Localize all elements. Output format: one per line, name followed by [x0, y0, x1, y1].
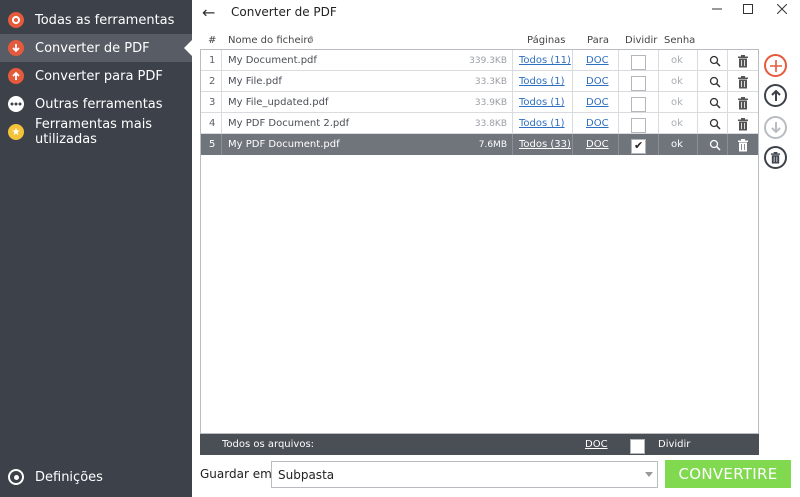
split-checkbox[interactable]: [631, 139, 646, 154]
password-status: ok: [671, 76, 683, 87]
search-icon[interactable]: [709, 139, 721, 151]
file-size: 33.8KB: [474, 119, 507, 129]
move-down-button[interactable]: [764, 116, 787, 139]
split-checkbox[interactable]: [631, 118, 646, 133]
table-row[interactable]: 1 My Document.pdf 339.3KB Todos (11) DOC…: [201, 50, 758, 71]
file-size: 33.9KB: [474, 98, 507, 108]
file-name: My PDF Document.pdf: [228, 139, 340, 150]
maximize-button[interactable]: [738, 3, 758, 21]
search-icon[interactable]: [709, 118, 721, 130]
table-row[interactable]: 2 My File.pdf 33.3KB Todos (1) DOC ok: [201, 71, 758, 92]
all-files-split-checkbox[interactable]: [630, 439, 645, 454]
col-name-header[interactable]: Nome do ficheiro: [228, 35, 313, 46]
all-files-label: Todos os arquivos:: [222, 439, 315, 450]
pages-link[interactable]: Todos (11): [519, 55, 571, 66]
save-location-select[interactable]: Subpasta: [271, 461, 658, 488]
col-split-header: Dividir: [625, 35, 658, 46]
sidebar-item-all-tools[interactable]: Todas as ferramentas: [0, 6, 192, 34]
password-status: ok: [671, 139, 683, 150]
close-button[interactable]: [772, 3, 792, 21]
move-up-button[interactable]: [764, 84, 787, 107]
table-footer: Todos os arquivos: DOC Dividir: [200, 434, 759, 455]
star-icon: ★: [8, 124, 24, 140]
search-icon[interactable]: [709, 55, 721, 67]
file-table: 1 My Document.pdf 339.3KB Todos (11) DOC…: [200, 49, 759, 434]
col-to-header: Para: [587, 35, 609, 46]
save-location-value: Subpasta: [278, 468, 335, 482]
password-status: ok: [671, 118, 683, 129]
split-checkbox[interactable]: [631, 76, 646, 91]
search-icon[interactable]: [709, 97, 721, 109]
chevron-down-icon: [645, 472, 653, 477]
table-row-selected[interactable]: 5 My PDF Document.pdf 7.6MB Todos (33) D…: [201, 134, 758, 155]
col-pages-header: Páginas: [527, 35, 566, 46]
file-size: 33.3KB: [474, 77, 507, 87]
trash-icon[interactable]: [737, 55, 749, 68]
trash-icon[interactable]: [737, 97, 749, 110]
sidebar-item-label: Converter para PDF: [35, 68, 163, 84]
row-number: 4: [209, 118, 216, 129]
save-location-label: Guardar em:: [200, 467, 276, 481]
sidebar-item-convert-to-pdf[interactable]: Converter para PDF: [0, 62, 192, 90]
gear-icon: [8, 469, 24, 485]
file-name: My Document.pdf: [228, 55, 317, 66]
file-size: 339.3KB: [469, 56, 507, 66]
pages-link[interactable]: Todos (1): [519, 97, 565, 108]
row-number: 3: [209, 97, 216, 108]
password-status: ok: [671, 97, 683, 108]
format-link[interactable]: DOC: [586, 118, 609, 129]
titlebar: ← Converter de PDF: [192, 0, 800, 26]
pages-link[interactable]: Todos (1): [519, 76, 565, 87]
trash-icon[interactable]: [737, 76, 749, 89]
trash-icon[interactable]: [737, 118, 749, 131]
format-link[interactable]: DOC: [586, 139, 609, 150]
format-link[interactable]: DOC: [586, 97, 609, 108]
sidebar-item-label: Todas as ferramentas: [35, 12, 175, 28]
col-num-header: #: [208, 35, 217, 46]
sort-icon[interactable]: ⇕: [307, 35, 315, 46]
password-status: ok: [671, 55, 683, 66]
sidebar-item-most-used[interactable]: ★ Ferramentas mais utilizadas: [0, 117, 192, 147]
table-row[interactable]: 4 My PDF Document 2.pdf 33.8KB Todos (1)…: [201, 113, 758, 134]
col-password-header: Senha: [664, 35, 696, 46]
row-number: 1: [209, 55, 216, 66]
back-arrow-icon[interactable]: ←: [202, 3, 215, 22]
sidebar-item-label: Outras ferramentas: [35, 96, 163, 112]
arrow-down-circle-icon: [8, 40, 24, 56]
pages-link[interactable]: Todos (1): [519, 118, 565, 129]
sidebar-item-settings[interactable]: Definições: [0, 463, 192, 491]
page-title: Converter de PDF: [231, 5, 337, 19]
all-files-split-label: Dividir: [658, 439, 691, 450]
sidebar-item-other-tools[interactable]: Outras ferramentas: [0, 90, 192, 118]
row-number: 5: [209, 139, 216, 150]
sidebar-item-convert-from-pdf[interactable]: Converter de PDF: [0, 34, 192, 62]
table-row[interactable]: 3 My File_updated.pdf 33.9KB Todos (1) D…: [201, 92, 758, 113]
sidebar-item-label: Definições: [35, 469, 103, 485]
add-file-button[interactable]: [764, 54, 787, 77]
split-checkbox[interactable]: [631, 97, 646, 112]
target-icon: [8, 12, 24, 28]
search-icon[interactable]: [709, 76, 721, 88]
file-name: My File_updated.pdf: [228, 97, 329, 108]
more-dots-icon: [8, 96, 24, 112]
minimize-button[interactable]: [707, 3, 727, 21]
row-number: 2: [209, 76, 216, 87]
sidebar: Todas as ferramentas Converter de PDF Co…: [0, 0, 192, 497]
sidebar-item-label: Converter de PDF: [35, 40, 150, 56]
format-link[interactable]: DOC: [586, 76, 609, 87]
arrow-up-circle-icon: [8, 68, 24, 84]
file-name: My PDF Document 2.pdf: [228, 118, 350, 129]
all-files-format-link[interactable]: DOC: [585, 439, 608, 450]
format-link[interactable]: DOC: [586, 55, 609, 66]
file-name: My File.pdf: [228, 76, 282, 87]
file-size: 7.6MB: [478, 140, 507, 150]
delete-all-button[interactable]: [764, 146, 787, 169]
convert-button[interactable]: CONVERTIRE: [665, 460, 791, 488]
sidebar-item-label: Ferramentas mais utilizadas: [35, 117, 153, 147]
trash-icon[interactable]: [737, 139, 749, 152]
split-checkbox[interactable]: [631, 55, 646, 70]
pages-link[interactable]: Todos (33): [519, 139, 571, 150]
table-header: # Nome do ficheiro ⇕ Páginas Para Dividi…: [200, 30, 758, 50]
